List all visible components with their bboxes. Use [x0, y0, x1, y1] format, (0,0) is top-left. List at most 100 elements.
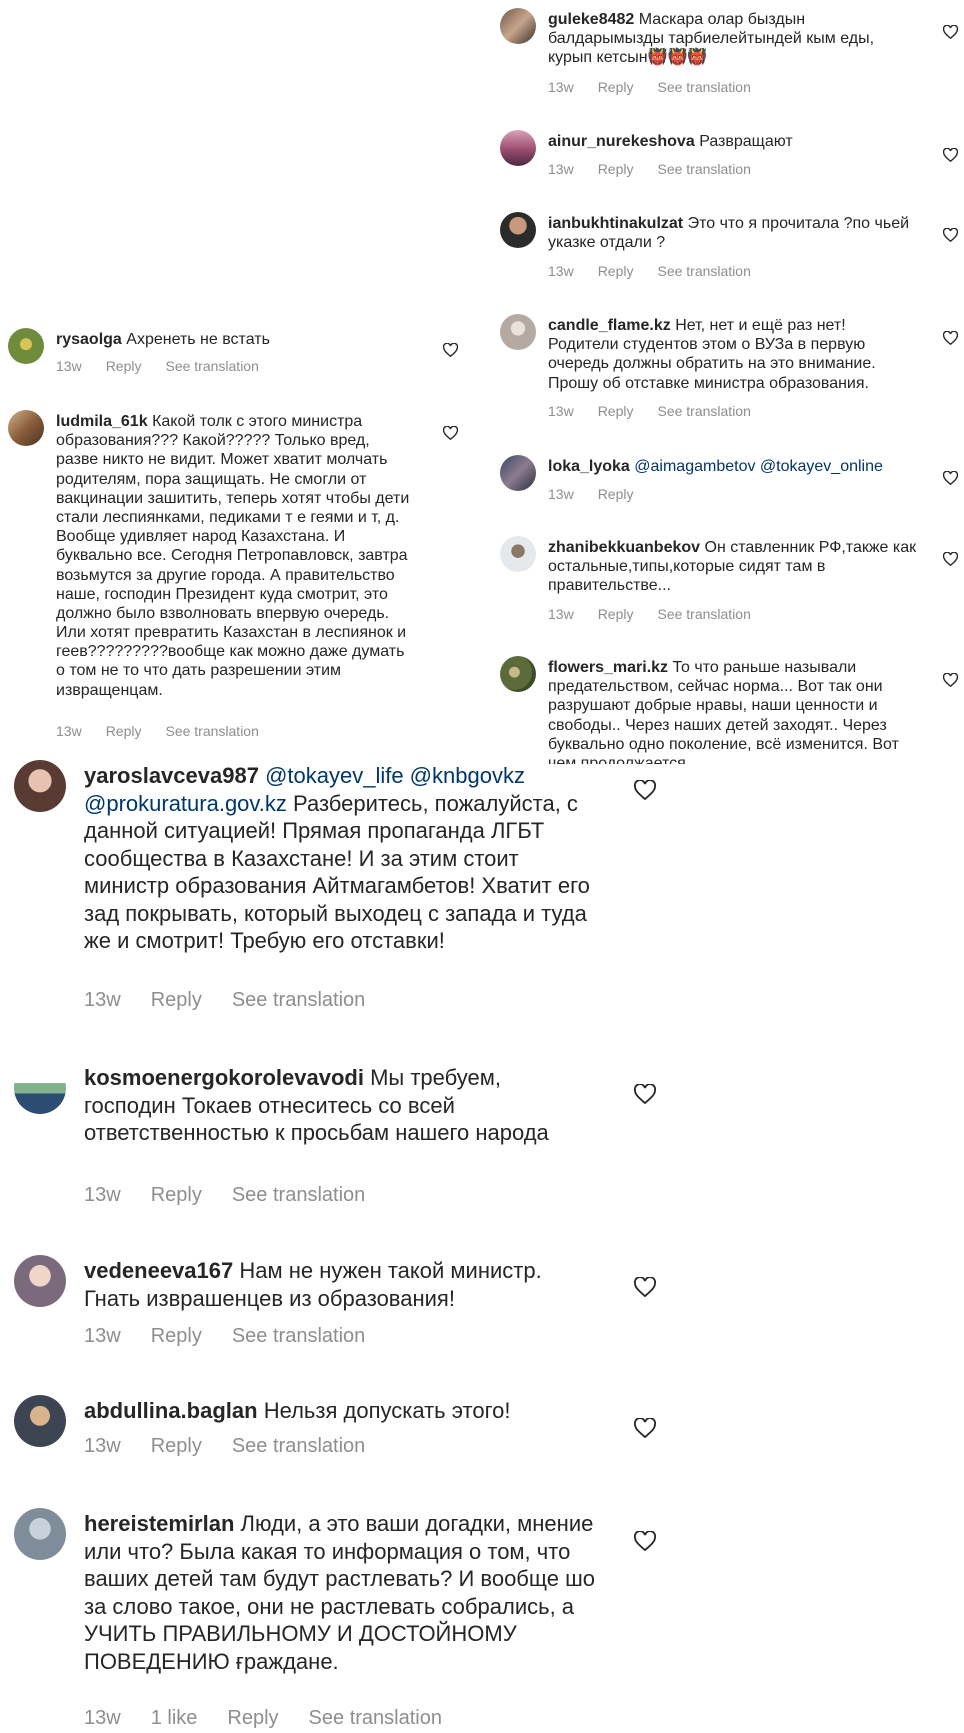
comment-body: Нельзя допускать этого!: [263, 1398, 511, 1423]
see-translation-button[interactable]: See translation: [657, 606, 750, 622]
username[interactable]: ainur_nurekeshova: [548, 133, 695, 150]
comment-text: ainur_nurekeshova Развращают: [548, 132, 918, 151]
username[interactable]: kosmoenergokorolevavodi: [84, 1065, 364, 1090]
see-translation-button[interactable]: See translation: [165, 358, 258, 374]
heart-outline-icon[interactable]: [634, 1277, 656, 1297]
comment-body: Развращают: [699, 133, 793, 150]
comment-meta: 13w Reply See translation: [84, 1184, 365, 1207]
reply-button[interactable]: Reply: [598, 403, 634, 419]
see-translation-button[interactable]: See translation: [657, 403, 750, 419]
see-translation-button[interactable]: See translation: [309, 1707, 442, 1730]
heart-outline-icon[interactable]: [943, 331, 958, 345]
comment-meta: 13w Reply See translation: [548, 263, 751, 279]
reply-button[interactable]: Reply: [598, 79, 634, 95]
timestamp: 13w: [548, 263, 574, 279]
see-translation-button[interactable]: See translation: [657, 263, 750, 279]
avatar[interactable]: [500, 314, 536, 350]
avatar[interactable]: [14, 1395, 66, 1447]
see-translation-button[interactable]: See translation: [232, 989, 365, 1012]
avatar[interactable]: [14, 1508, 66, 1560]
reply-button[interactable]: Reply: [598, 263, 634, 279]
see-translation-button[interactable]: See translation: [232, 1325, 365, 1348]
timestamp: 13w: [84, 1184, 121, 1206]
heart-outline-icon[interactable]: [443, 343, 458, 357]
comment-meta: 13w Reply See translation: [548, 161, 751, 177]
reply-button[interactable]: Reply: [151, 989, 202, 1012]
comment-rysaolga: rysaolga Ахренеть не встать 13w Reply Se…: [8, 328, 468, 378]
heart-outline-icon[interactable]: [634, 1418, 656, 1438]
avatar[interactable]: [500, 455, 536, 491]
comment-body: Ахренеть не встать: [126, 331, 270, 348]
heart-outline-icon[interactable]: [634, 1531, 656, 1551]
username[interactable]: ianbukhtinakulzat: [548, 215, 683, 232]
comment-text: loka_lyoka @aimagambetov @tokayev_online: [548, 457, 928, 476]
heart-outline-icon[interactable]: [943, 148, 958, 162]
username[interactable]: rysaolga: [56, 331, 122, 348]
avatar[interactable]: [500, 130, 536, 166]
reply-button[interactable]: Reply: [598, 486, 634, 502]
comment-text: hereistemirlan Люди, а это ваши догадки,…: [84, 1510, 604, 1675]
comment-ainur_nurekeshova: ainur_nurekeshova Развращают 13w Reply S…: [500, 130, 960, 180]
avatar[interactable]: [8, 410, 44, 446]
comment-yaroslavceva987: yaroslavceva987 @tokayev_life @knbgovkz …: [14, 760, 664, 1015]
comment-text: yaroslavceva987 @tokayev_life @knbgovkz …: [84, 762, 594, 955]
username[interactable]: zhanibekkuanbekov: [548, 539, 700, 556]
comment-text: flowers_mari.kz То что раньше называли п…: [548, 658, 918, 764]
username[interactable]: abdullina.baglan: [84, 1398, 258, 1423]
mention-links[interactable]: @aimagambetov @tokayev_online: [634, 458, 883, 475]
timestamp: 13w: [548, 486, 574, 502]
avatar[interactable]: [500, 536, 536, 572]
reply-button[interactable]: Reply: [151, 1435, 202, 1458]
username[interactable]: ludmila_61k: [56, 413, 148, 430]
avatar[interactable]: [14, 1062, 66, 1114]
avatar[interactable]: [500, 656, 536, 692]
reply-button[interactable]: Reply: [106, 723, 142, 739]
comment-ianbukhtinakulzat: ianbukhtinakulzat Это что я прочитала ?п…: [500, 212, 960, 282]
comment-text: vedeneeva167 Нам не нужен такой министр.…: [84, 1257, 594, 1312]
reply-button[interactable]: Reply: [106, 358, 142, 374]
comment-text: candle_flame.kz Нет, нет и ещё раз нет! …: [548, 316, 918, 393]
username[interactable]: loka_lyoka: [548, 458, 630, 475]
avatar[interactable]: [8, 328, 44, 364]
see-translation-button[interactable]: See translation: [657, 79, 750, 95]
username[interactable]: flowers_mari.kz: [548, 659, 668, 676]
avatar[interactable]: [14, 1255, 66, 1307]
comment-text: ianbukhtinakulzat Это что я прочитала ?п…: [548, 214, 918, 252]
username[interactable]: hereistemirlan: [84, 1511, 234, 1536]
timestamp: 13w: [84, 1325, 121, 1347]
avatar[interactable]: [14, 760, 66, 812]
likes-count[interactable]: 1 like: [151, 1707, 198, 1730]
heart-outline-icon[interactable]: [443, 426, 458, 440]
avatar[interactable]: [500, 8, 536, 44]
comment-text: abdullina.baglan Нельзя допускать этого!: [84, 1397, 594, 1425]
see-translation-button[interactable]: See translation: [657, 161, 750, 177]
comment-meta: 13w Reply: [548, 486, 633, 502]
reply-button[interactable]: Reply: [598, 606, 634, 622]
username[interactable]: guleke8482: [548, 11, 634, 28]
reply-button[interactable]: Reply: [598, 161, 634, 177]
heart-outline-icon[interactable]: [943, 673, 958, 687]
heart-outline-icon[interactable]: [943, 552, 958, 566]
heart-outline-icon[interactable]: [943, 471, 958, 485]
username[interactable]: candle_flame.kz: [548, 317, 671, 334]
avatar[interactable]: [500, 212, 536, 248]
reply-button[interactable]: Reply: [151, 1184, 202, 1207]
reply-button[interactable]: Reply: [227, 1707, 278, 1730]
comment-zhanibekkuanbekov: zhanibekkuanbekov Он ставленник РФ,также…: [500, 536, 960, 626]
username[interactable]: vedeneeva167: [84, 1258, 233, 1283]
see-translation-button[interactable]: See translation: [232, 1184, 365, 1207]
heart-outline-icon[interactable]: [943, 25, 958, 39]
heart-outline-icon[interactable]: [634, 780, 656, 800]
heart-outline-icon[interactable]: [943, 228, 958, 242]
comment-body: Какой толк с этого министра образования?…: [56, 413, 410, 699]
see-translation-button[interactable]: See translation: [232, 1435, 365, 1458]
comment-text: zhanibekkuanbekov Он ставленник РФ,также…: [548, 538, 918, 596]
username[interactable]: yaroslavceva987: [84, 763, 259, 788]
reply-button[interactable]: Reply: [151, 1325, 202, 1348]
timestamp: 13w: [548, 606, 574, 622]
heart-outline-icon[interactable]: [634, 1084, 656, 1104]
comment-candle_flame: candle_flame.kz Нет, нет и ещё раз нет! …: [500, 314, 960, 424]
see-translation-button[interactable]: See translation: [165, 723, 258, 739]
comment-flowers_mari: flowers_mari.kz То что раньше называли п…: [500, 656, 960, 764]
comment-abdullina.baglan: abdullina.baglan Нельзя допускать этого!…: [14, 1395, 664, 1475]
